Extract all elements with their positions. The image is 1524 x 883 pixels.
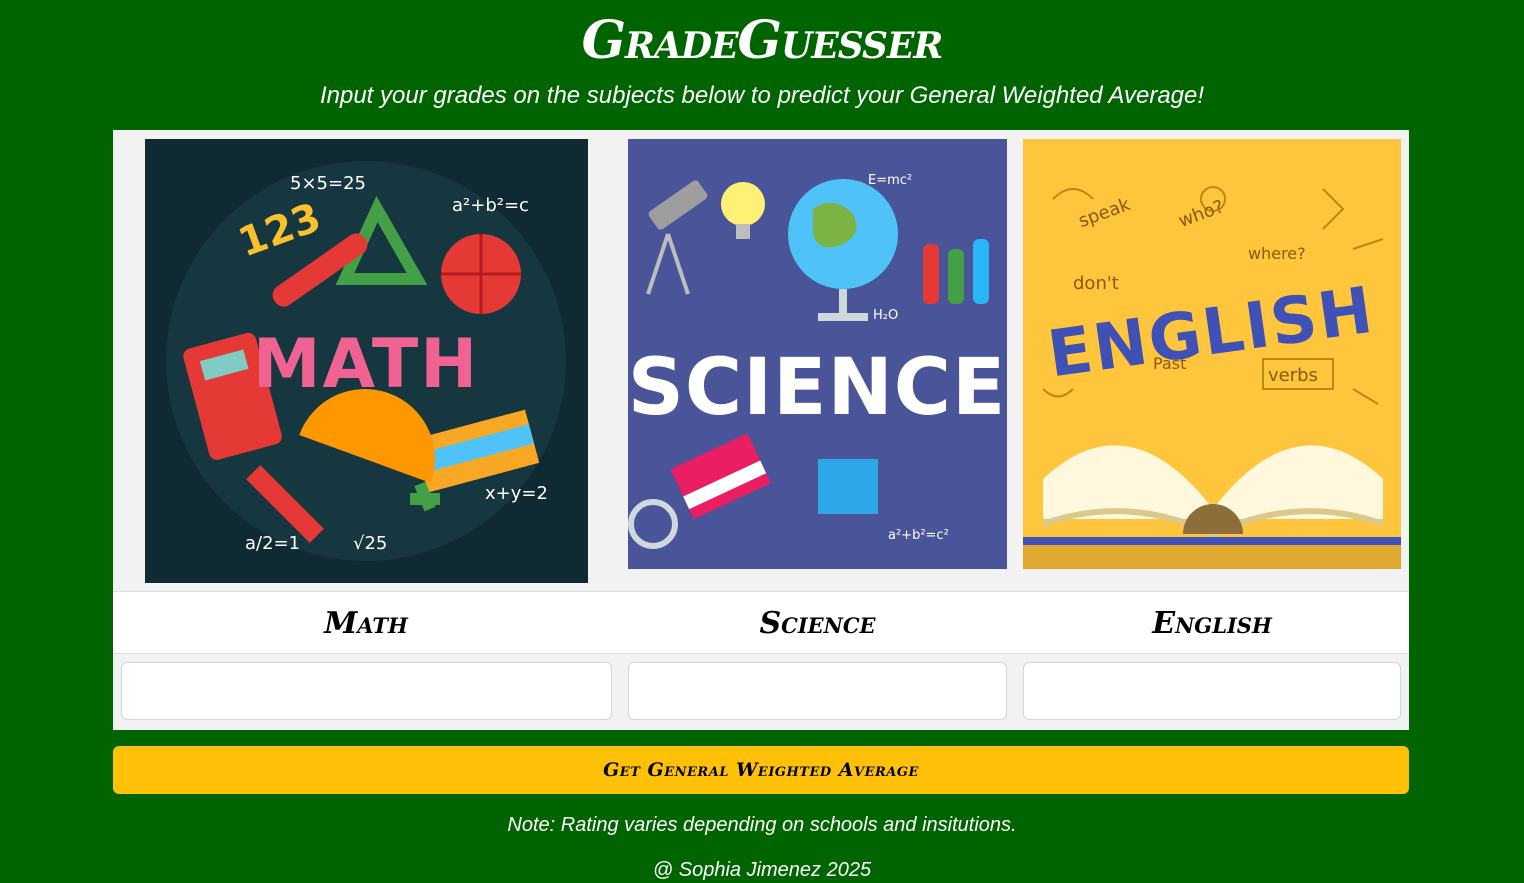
svg-text:H₂O: H₂O — [873, 308, 898, 323]
math-illustration: MATH 123 5×5=25 a²+b²=c x+y=2 a/2=1 √25 — [145, 139, 588, 583]
svg-text:√25: √25 — [353, 533, 387, 554]
rating-note: Note: Rating varies depending on schools… — [507, 814, 1017, 836]
get-gwa-button[interactable]: Get General Weighted Average — [113, 746, 1409, 794]
svg-text:a²+b²=c: a²+b²=c — [452, 195, 529, 216]
svg-text:E=mc²: E=mc² — [868, 173, 912, 188]
math-grade-input[interactable] — [121, 662, 612, 720]
svg-text:a²+b²=c²: a²+b²=c² — [888, 528, 949, 543]
author-credit: @ Sophia Jimenez 2025 — [652, 859, 872, 881]
english-illustration: speak who? where? don't Past verbs ENGLI… — [1023, 139, 1401, 569]
svg-text:x+y=2: x+y=2 — [485, 483, 548, 504]
science-label: Science — [759, 606, 876, 641]
app-subtitle: Input your grades on the subjects below … — [319, 82, 1205, 109]
svg-text:where?: where? — [1248, 244, 1306, 263]
svg-text:don't: don't — [1073, 273, 1119, 294]
english-grade-input[interactable] — [1023, 662, 1401, 720]
math-label: Math — [324, 606, 408, 641]
subject-label-row: Math Science English — [113, 591, 1409, 654]
subjects-panel: MATH 123 5×5=25 a²+b²=c x+y=2 a/2=1 √25 — [113, 130, 1409, 730]
science-illustration: SCIENCE E=mc² a²+b²=c² H₂O — [628, 139, 1007, 569]
english-label: English — [1152, 606, 1272, 641]
svg-text:MATH: MATH — [253, 325, 479, 404]
science-grade-input[interactable] — [628, 662, 1007, 720]
svg-text:verbs: verbs — [1268, 365, 1318, 386]
app-title: GradeGuesser — [581, 10, 944, 71]
svg-text:a/2=1: a/2=1 — [245, 533, 300, 554]
svg-text:SCIENCE: SCIENCE — [628, 343, 1006, 433]
svg-text:5×5=25: 5×5=25 — [290, 173, 366, 194]
